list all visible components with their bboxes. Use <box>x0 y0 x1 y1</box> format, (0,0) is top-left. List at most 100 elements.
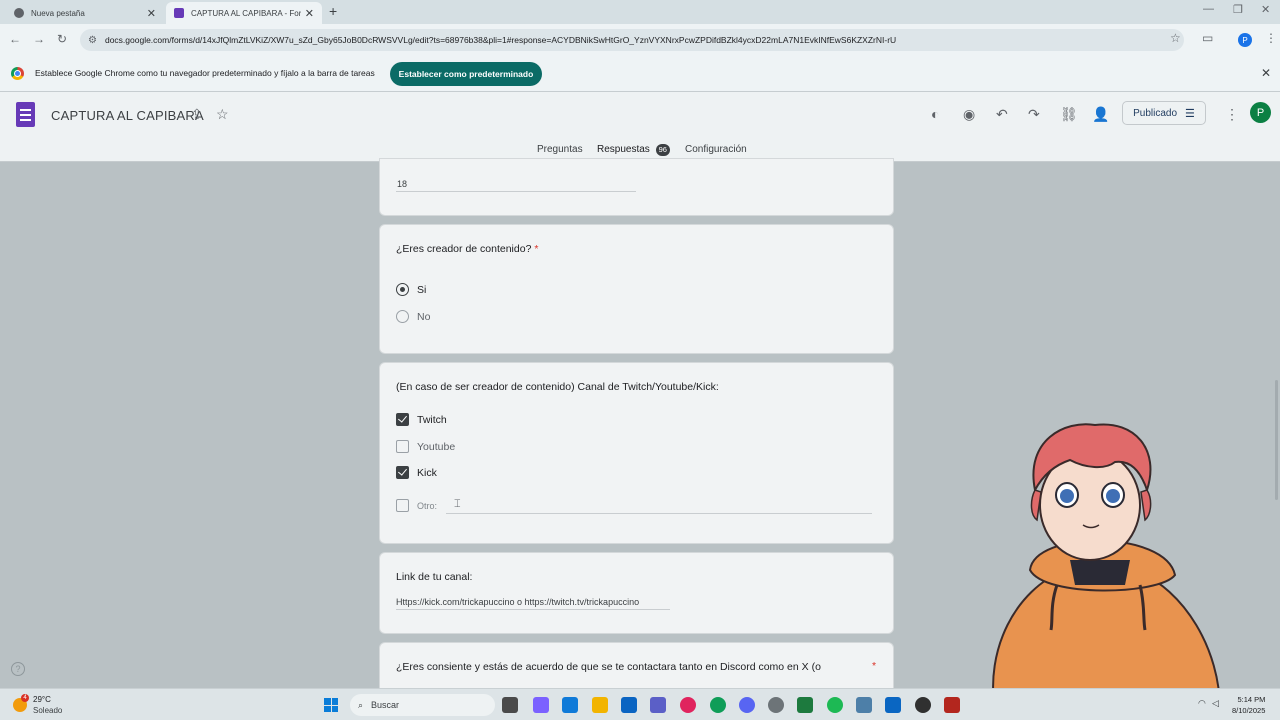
option-label: Youtube <box>417 441 456 453</box>
question-card-age: 18 <box>379 158 894 216</box>
menu-icon[interactable]: ⋮ <box>1265 31 1277 45</box>
radio-no[interactable] <box>396 310 409 323</box>
scrollbar-thumb[interactable] <box>1275 380 1278 500</box>
obs-icon[interactable] <box>915 697 931 713</box>
clock-date: 8/10/2025 <box>1232 706 1266 715</box>
site-info-icon[interactable]: ⚙ <box>88 35 97 46</box>
wifi-icon[interactable]: ◠ <box>1198 698 1206 709</box>
answer-underline <box>396 609 670 610</box>
close-infobar-icon[interactable]: ✕ <box>1261 66 1271 80</box>
account-avatar[interactable]: P <box>1250 102 1271 123</box>
tab-responses-label: Respuestas <box>597 144 650 155</box>
notification-badge: 4 <box>21 694 29 702</box>
chrome-taskbar-icon[interactable] <box>710 697 726 713</box>
app-icon[interactable] <box>885 697 901 713</box>
move-to-drive-icon[interactable]: ⇪ <box>191 106 203 123</box>
clock-time: 5:14 PM <box>1237 695 1266 704</box>
teams-icon[interactable] <box>650 697 666 713</box>
infobar-message: Establece Google Chrome como tu navegado… <box>35 68 375 78</box>
browser-tab-strip: Nueva pestaña ✕ CAPTURA AL CAPIBARA - Fo… <box>0 0 1280 24</box>
form-title[interactable]: CAPTURA AL CAPIBARA <box>51 108 204 123</box>
app-icon[interactable] <box>856 697 872 713</box>
answer-underline <box>396 191 636 192</box>
discord-icon[interactable] <box>739 697 755 713</box>
copilot-icon[interactable] <box>533 697 549 713</box>
required-asterisk: * <box>534 243 539 255</box>
profile-icon[interactable]: P <box>1238 33 1252 47</box>
default-browser-infobar: Establece Google Chrome como tu navegado… <box>0 56 1280 92</box>
link-icon[interactable]: ⛓ <box>1060 106 1078 123</box>
settings-sliders-icon: ☰ <box>1185 107 1195 120</box>
vtuber-avatar-image <box>992 423 1222 711</box>
palette-icon[interactable]: ◐ <box>931 106 939 122</box>
search-placeholder: Buscar <box>371 700 400 710</box>
question-card-channel: (En caso de ser creador de contenido) Ca… <box>379 362 894 544</box>
star-icon[interactable]: ☆ <box>216 106 229 123</box>
tab-title: Nueva pestaña <box>31 8 85 18</box>
file-explorer-icon[interactable] <box>592 697 608 713</box>
app-icon[interactable] <box>944 697 960 713</box>
close-window-icon[interactable]: ✕ <box>1261 3 1270 16</box>
responses-count-badge: 96 <box>655 144 670 156</box>
restore-icon[interactable]: ❐ <box>1233 3 1243 16</box>
minimize-icon[interactable]: — <box>1203 3 1214 15</box>
weather-condition: Soleado <box>33 706 63 715</box>
radio-si[interactable] <box>396 283 409 296</box>
required-asterisk: * <box>872 660 877 672</box>
settings-gear-icon[interactable] <box>768 697 784 713</box>
close-tab-icon[interactable]: ✕ <box>305 7 314 20</box>
task-view-icon[interactable] <box>502 697 518 713</box>
checkbox-kick[interactable] <box>396 466 409 479</box>
more-options-icon[interactable]: ⋮ <box>1225 106 1239 123</box>
set-default-button[interactable]: Establecer como predeterminado <box>390 62 542 86</box>
question-text: Link de tu canal: <box>396 571 473 583</box>
address-bar[interactable]: ⚙ docs.google.com/forms/d/14xJfQlmZtLVKi… <box>80 29 1184 51</box>
option-label: Twitch <box>417 414 447 426</box>
search-icon: ⌕ <box>358 699 364 710</box>
preview-eye-icon[interactable]: ◉ <box>963 106 975 123</box>
volume-icon[interactable]: ◁ <box>1212 698 1219 709</box>
back-icon[interactable]: ← <box>9 32 21 46</box>
published-button[interactable]: Publicado ☰ <box>1122 101 1206 125</box>
system-clock[interactable]: 5:14 PM 8/10/2025 <box>1232 694 1265 716</box>
windows-start-icon[interactable] <box>324 698 338 712</box>
close-tab-icon[interactable]: ✕ <box>147 7 156 20</box>
option-label: Otro: <box>417 501 438 511</box>
excel-icon[interactable] <box>797 697 813 713</box>
bookmark-star-icon[interactable]: ☆ <box>1170 31 1181 45</box>
question-text: ¿Eres consiente y estás de acuerdo de qu… <box>396 661 821 673</box>
mouse-cursor-icon: ⌶ <box>454 498 461 510</box>
option-label: No <box>417 311 431 323</box>
tab-responses[interactable]: Respuestas 96 <box>597 144 670 156</box>
reload-icon[interactable]: ↻ <box>57 32 67 46</box>
chrome-icon <box>14 8 24 18</box>
checkbox-twitch[interactable] <box>396 413 409 426</box>
outlook-icon[interactable] <box>621 697 637 713</box>
cast-icon[interactable]: ▭ <box>1202 31 1213 45</box>
tab-settings[interactable]: Configuración <box>685 144 747 155</box>
forward-icon[interactable]: → <box>33 32 45 46</box>
tab-forms[interactable]: CAPTURA AL CAPIBARA - Form ✕ <box>166 2 322 24</box>
question-text: (En caso de ser creador de contenido) Ca… <box>396 381 719 393</box>
tab-questions[interactable]: Preguntas <box>537 144 583 155</box>
weather-temp: 29°C <box>33 695 51 704</box>
checkbox-other[interactable] <box>396 499 409 512</box>
checkbox-youtube[interactable] <box>396 440 409 453</box>
google-forms-icon <box>174 8 184 18</box>
url-text: docs.google.com/forms/d/14xJfQlmZtLVKiZ/… <box>104 35 897 45</box>
taskbar-search[interactable]: ⌕ Buscar <box>350 694 495 716</box>
forms-header: CAPTURA AL CAPIBARA ⇪ ☆ ◐ ◉ ↶ ↷ ⛓ 👤 Publ… <box>0 92 1280 162</box>
undo-icon[interactable]: ↶ <box>996 106 1008 123</box>
redo-icon[interactable]: ↷ <box>1028 106 1040 123</box>
new-tab-button[interactable]: + <box>329 3 337 19</box>
help-icon[interactable]: ? <box>11 662 25 676</box>
browser-toolbar: ← → ↻ ⚙ docs.google.com/forms/d/14xJfQlm… <box>0 24 1280 56</box>
forms-logo-icon[interactable] <box>16 102 35 127</box>
add-collaborator-icon[interactable]: 👤 <box>1092 106 1109 123</box>
edge-icon[interactable] <box>562 697 578 713</box>
tab-new-tab[interactable]: Nueva pestaña ✕ <box>6 2 164 24</box>
spotify-icon[interactable] <box>827 697 843 713</box>
other-input-line[interactable] <box>446 513 872 514</box>
windows-taskbar: 4 29°C Soleado ⌕ Buscar ◠ ◁ 5:14 PM 8/10… <box>0 688 1280 720</box>
opera-icon[interactable] <box>680 697 696 713</box>
